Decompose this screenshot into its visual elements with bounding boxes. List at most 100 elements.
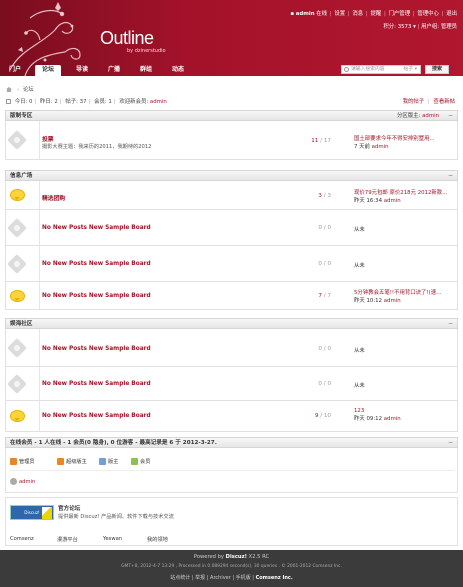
- search-icon: [344, 67, 349, 72]
- collapse-icon[interactable]: −: [448, 112, 453, 120]
- forum-new-posts-icon: [10, 189, 25, 201]
- last-post-user[interactable]: admin: [384, 298, 401, 304]
- user-info: 积分: 3573 ▾ | 用户组: 管理员: [383, 24, 457, 30]
- last-post-user[interactable]: admin: [384, 198, 401, 204]
- search-scope-select[interactable]: 帖子 ▾: [403, 66, 417, 73]
- nav-forum[interactable]: 论坛: [35, 65, 61, 76]
- last-post-never: 从未: [354, 383, 365, 389]
- footer-link-report[interactable]: 举报: [195, 575, 205, 581]
- footer-link-stats[interactable]: 站点统计: [170, 575, 190, 581]
- stat-posts: 37: [79, 99, 87, 105]
- category-name[interactable]: 信息广场: [10, 172, 32, 180]
- search-placeholder: 请输入搜索内容: [351, 67, 385, 72]
- forum-title[interactable]: No New Posts New Sample Board: [42, 225, 151, 231]
- forum-row: 精选团购 3 / 3 现价79元包邮 原价218元 2012新款... 昨天 1…: [5, 181, 458, 210]
- footer-links: 站点统计 | 举报 | Archiver | 手机版 | Comsenz Inc…: [170, 575, 293, 581]
- user-status: 在线: [316, 11, 328, 17]
- forum-status-icon: [7, 130, 27, 150]
- forum-status-icon: [7, 218, 27, 238]
- friend-links: Discuz! 官方论坛 提供最新 Discuz! 产品新闻、软件下载与技术交流…: [5, 497, 458, 546]
- last-post-never: 从未: [354, 348, 365, 354]
- forum-new-posts-icon: [10, 410, 25, 422]
- forum-title[interactable]: No New Posts New Sample Board: [42, 261, 151, 267]
- chevron-down-icon: ▾: [413, 24, 416, 30]
- category-name[interactable]: 娱海社区: [10, 320, 32, 328]
- user-group-link[interactable]: 用户组: 管理员: [421, 24, 457, 30]
- category-header[interactable]: 信息广场 −: [5, 170, 458, 181]
- search-button[interactable]: 搜索: [425, 65, 449, 74]
- logout-link[interactable]: 退出: [446, 11, 457, 17]
- admin-center-link[interactable]: 管理中心: [417, 11, 439, 17]
- online-summary: 在线会员 - 1 人在线 - 1 会员(0 隐身), 0 位游客 - 最高记录是…: [10, 440, 217, 446]
- last-post-title[interactable]: 5分钟教会五笔!!不用背口诀了!(速...: [354, 288, 459, 296]
- category-header[interactable]: 娱海社区 −: [5, 318, 458, 329]
- latest-posts-link[interactable]: 查看新帖: [433, 99, 455, 105]
- messages-link[interactable]: 消息: [352, 11, 363, 17]
- last-post-title[interactable]: 现价79元包邮 原价218元 2012新款...: [354, 188, 459, 196]
- nav-portal[interactable]: 门户: [6, 65, 24, 76]
- forum-row: 投票 摄影大赛主题：我来历的2011，我期待的2012 11 / 17 国土部要…: [5, 121, 458, 160]
- legend-member: 会员: [131, 458, 150, 465]
- online-members-header[interactable]: 在线会员 - 1 人在线 - 1 会员(0 隐身), 0 位游客 - 最高记录是…: [5, 437, 458, 448]
- forum-counts: 11 / 17: [311, 138, 331, 144]
- quick-links: 我的帖子 | 查看新帖: [402, 99, 455, 105]
- search-input[interactable]: 请输入搜索内容 帖子 ▾: [341, 65, 421, 74]
- super-moderator-icon: [57, 458, 64, 465]
- discuz-logo-link[interactable]: Discuz!: [10, 505, 54, 520]
- forum-title[interactable]: No New Posts New Sample Board: [42, 293, 151, 299]
- site-header: Outline by dzinerstudio ▪ admin 在线 | 设置 …: [0, 0, 463, 76]
- forum-title[interactable]: 精选团购: [42, 193, 65, 202]
- my-posts-link[interactable]: 我的帖子: [403, 99, 425, 105]
- forum-status-icon: [7, 338, 27, 358]
- last-post-user[interactable]: admin: [384, 416, 401, 422]
- nav-guide[interactable]: 导读: [72, 65, 92, 76]
- category-header[interactable]: 版制专区 分区版主: admin −: [5, 110, 458, 121]
- settings-link[interactable]: 设置: [334, 11, 345, 17]
- footer-processing-info: GMT+8, 2012-4-7 13:29 , Processed in 0.0…: [121, 564, 342, 569]
- legend-moderator: 版主: [99, 458, 118, 465]
- forum-title[interactable]: No New Posts New Sample Board: [42, 413, 151, 419]
- breadcrumb-current[interactable]: 论坛: [23, 87, 34, 93]
- text-link-mydomain[interactable]: 我的领地: [147, 536, 168, 543]
- text-link-yeswan[interactable]: Yeswan: [103, 536, 122, 542]
- forum-counts: 0 / 0: [318, 225, 331, 231]
- legend-admin: 管理员: [10, 458, 35, 465]
- footer-link-archiver[interactable]: Archiver: [210, 575, 231, 581]
- category-moderators: 分区版主: admin: [397, 113, 439, 119]
- notifications-link[interactable]: 提醒: [370, 11, 381, 17]
- forum-title[interactable]: No New Posts New Sample Board: [42, 381, 151, 387]
- online-user-link[interactable]: admin: [10, 478, 35, 485]
- category-name[interactable]: 版制专区: [10, 112, 32, 120]
- discuz-link[interactable]: Discuz!: [226, 554, 247, 560]
- user-name-link[interactable]: admin: [296, 11, 315, 17]
- nav-broadcast[interactable]: 广播: [104, 65, 124, 76]
- site-footer: Powered by Discuz! X2.5 RC GMT+8, 2012-4…: [0, 550, 463, 587]
- nav-feed[interactable]: 动态: [168, 65, 188, 76]
- home-icon[interactable]: [6, 87, 12, 92]
- last-post-user[interactable]: admin: [372, 144, 389, 150]
- collapse-icon[interactable]: −: [448, 320, 453, 328]
- moderator-link[interactable]: admin: [422, 113, 439, 119]
- newest-member-link[interactable]: admin: [150, 99, 167, 105]
- footer-link-company[interactable]: Comsenz Inc.: [256, 575, 293, 581]
- stat-members: 1: [108, 99, 112, 105]
- text-link-comsenz[interactable]: Comsenz: [10, 536, 34, 542]
- stat-yesterday: 2: [54, 99, 58, 105]
- last-post-title[interactable]: 国土部要求今年不得安排别墅用...: [354, 134, 459, 142]
- credits-link[interactable]: 积分: 3573: [383, 24, 411, 30]
- collapse-icon[interactable]: −: [448, 439, 453, 447]
- portal-admin-link[interactable]: 门户管理: [389, 11, 411, 17]
- site-logo-subtitle: by dzinerstudio: [127, 48, 166, 54]
- friend-link-title[interactable]: 官方论坛: [58, 504, 80, 512]
- forum-title[interactable]: 投票: [42, 134, 54, 143]
- forum-title[interactable]: No New Posts New Sample Board: [42, 346, 151, 352]
- footer-link-mobile[interactable]: 手机版: [236, 575, 251, 581]
- site-logo[interactable]: Outline: [100, 28, 154, 49]
- last-post: 国土部要求今年不得安排别墅用... 7 天前 admin: [354, 134, 459, 150]
- collapse-icon[interactable]: −: [448, 172, 453, 180]
- nav-groups[interactable]: 群组: [136, 65, 156, 76]
- powered-by: Powered by Discuz! X2.5 RC: [193, 554, 270, 560]
- forum-counts: 0 / 0: [318, 261, 331, 267]
- forum-row: No New Posts New Sample Board 9 / 10 123…: [5, 401, 458, 432]
- text-link-manyou[interactable]: 漫游平台: [57, 536, 78, 543]
